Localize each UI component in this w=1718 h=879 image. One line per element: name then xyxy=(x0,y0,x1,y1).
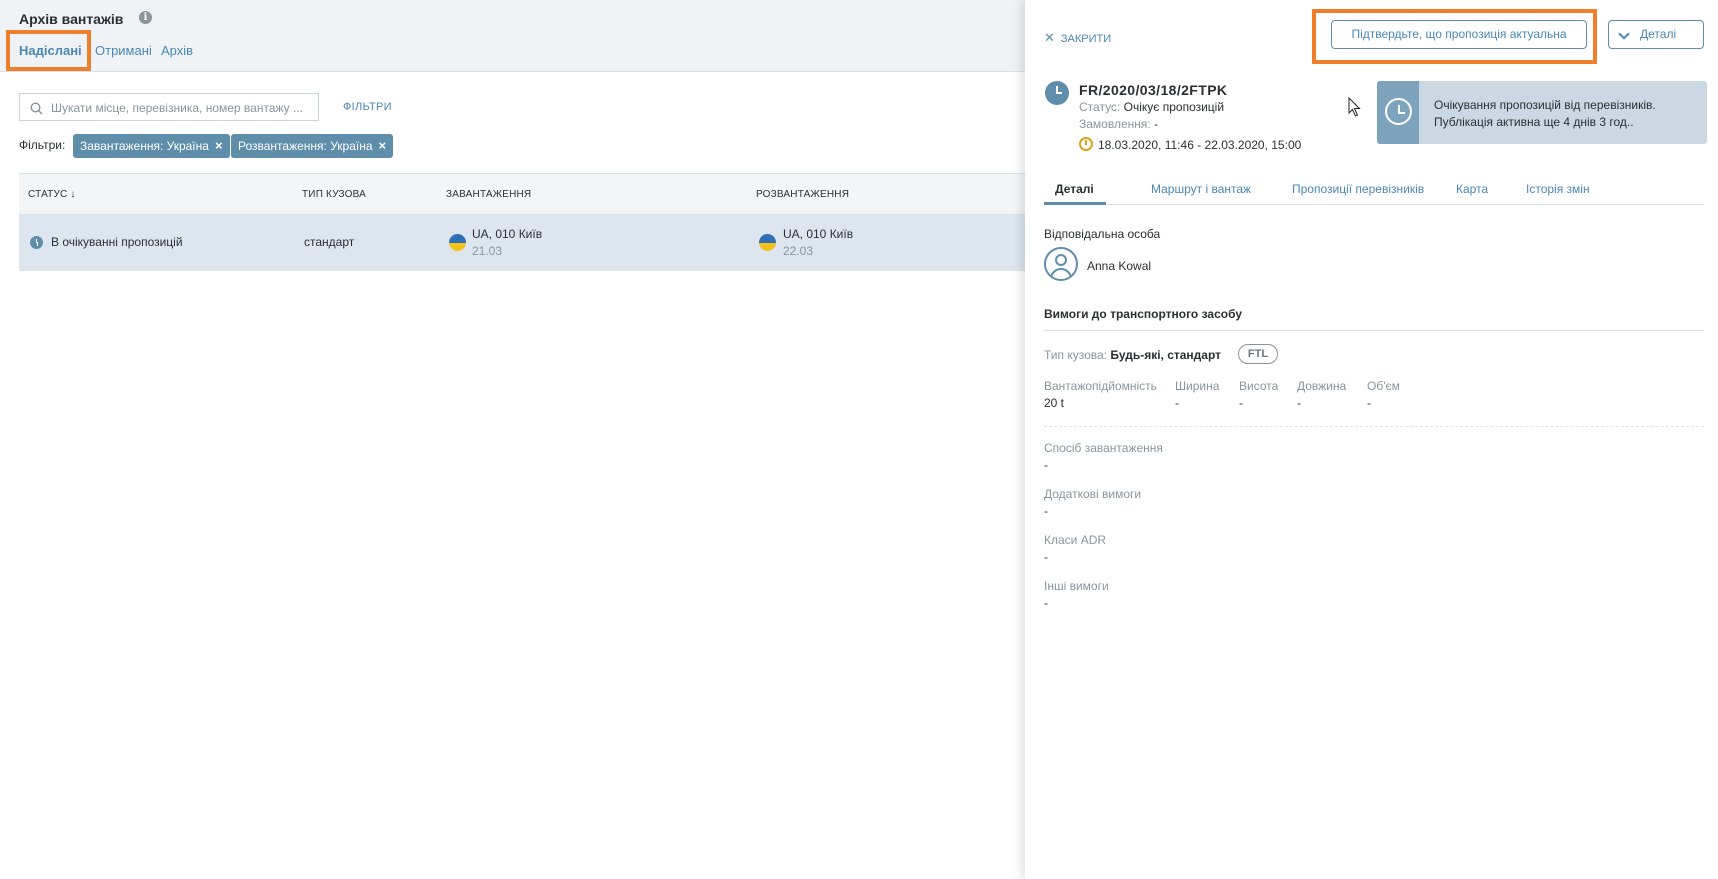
remove-filter-icon[interactable]: × xyxy=(215,138,223,153)
chevron-down-icon xyxy=(1618,28,1630,40)
body-type-value: Будь-які, стандарт xyxy=(1110,348,1222,362)
tab-change-history[interactable]: Історія змін xyxy=(1526,182,1590,196)
column-header-body-type[interactable]: ТИП КУЗОВА xyxy=(302,189,366,200)
body-type-line: Тип кузова: Будь-які, стандарт xyxy=(1044,348,1221,362)
date-range: 18.03.2020, 11:46 - 22.03.2020, 15:00 xyxy=(1098,138,1302,152)
filters-link[interactable]: ФІЛЬТРИ xyxy=(343,101,392,113)
clock-icon xyxy=(1385,98,1412,125)
divider xyxy=(1044,330,1704,331)
spec-value-width: - xyxy=(1175,396,1179,410)
details-button-label: Деталі xyxy=(1640,27,1677,41)
page-header: Архів вантажів i Надіслані Отримані Архі… xyxy=(0,0,1025,72)
divider xyxy=(1044,426,1704,427)
details-dropdown-button[interactable]: Деталі xyxy=(1608,20,1704,49)
timer-icon xyxy=(1079,137,1093,151)
panel-tabs: Деталі Маршрут і вантаж Пропозиції перев… xyxy=(1044,172,1704,205)
banner-line-1: Очікування пропозицій від перевізників. xyxy=(1434,98,1656,112)
spec-label-height: Висота xyxy=(1239,379,1279,393)
status-label: Статус: xyxy=(1079,100,1121,114)
filter-chip-label: Розвантаження: Україна xyxy=(238,139,373,153)
close-label: ЗАКРИТИ xyxy=(1060,33,1112,45)
spec-label-capacity: Вантажопідйомність xyxy=(1044,379,1157,393)
banner-line-2: Публікація активна ще 4 днів 3 год.. xyxy=(1434,115,1634,129)
active-tab-indicator xyxy=(1044,202,1106,205)
tab-map[interactable]: Карта xyxy=(1456,182,1488,196)
table-header: СТАТУС ↓ ТИП КУЗОВА ЗАВАНТАЖЕННЯ РОЗВАНТ… xyxy=(19,173,1025,215)
mouse-cursor-icon xyxy=(1348,97,1361,117)
vehicle-requirements-title: Вимоги до транспортного засобу xyxy=(1044,307,1243,321)
column-header-status[interactable]: СТАТУС ↓ xyxy=(28,189,76,200)
req-label-additional: Додаткові вимоги xyxy=(1044,487,1142,501)
search-box[interactable] xyxy=(19,93,319,121)
spec-value-capacity: 20 t xyxy=(1044,396,1065,410)
close-icon: ✕ xyxy=(1044,30,1055,45)
req-value-loading-method: - xyxy=(1044,458,1048,472)
highlight-frame-sent-tab xyxy=(6,30,91,71)
row-status: В очікуванні пропозицій xyxy=(51,235,183,249)
spec-value-volume: - xyxy=(1367,396,1371,410)
info-icon[interactable]: i xyxy=(139,11,152,24)
order-number: FR/2020/03/18/2FTPK xyxy=(1079,82,1228,98)
row-loading-place: UA, 010 Київ xyxy=(472,227,543,241)
req-value-adr: - xyxy=(1044,550,1048,564)
details-panel: ✕ ЗАКРИТИ Підтвердьте, що пропозиція акту… xyxy=(1025,0,1718,879)
row-unloading-date: 22.03 xyxy=(783,244,814,258)
responsible-name: Anna Kowal xyxy=(1087,259,1152,273)
order-label: Замовлення: xyxy=(1079,117,1151,131)
tab-received[interactable]: Отримані xyxy=(95,43,152,58)
req-label-loading-method: Спосіб завантаження xyxy=(1044,441,1163,455)
responsible-label: Відповідальна особа xyxy=(1044,227,1161,241)
spec-value-length: - xyxy=(1297,396,1301,410)
banner-icon-area xyxy=(1377,81,1419,144)
filters-label: Фільтри: xyxy=(19,138,66,152)
avatar xyxy=(1044,247,1078,281)
spec-label-volume: Об'єм xyxy=(1367,379,1400,393)
order-line: Замовлення: - xyxy=(1079,117,1158,131)
body-type-label: Тип кузова: xyxy=(1044,348,1108,362)
banner-text: Очікування пропозицій від перевізників. … xyxy=(1434,97,1656,131)
page-title: Архів вантажів xyxy=(19,11,124,27)
tab-details[interactable]: Деталі xyxy=(1055,182,1094,196)
ukraine-flag-icon xyxy=(449,234,466,251)
spec-value-height: - xyxy=(1239,396,1243,410)
req-value-additional: - xyxy=(1044,504,1048,518)
search-icon xyxy=(30,102,43,115)
status-line: Статус: Очікує пропозицій xyxy=(1079,100,1224,114)
filter-chip-label: Завантаження: Україна xyxy=(80,139,209,153)
tab-carrier-offers[interactable]: Пропозиції перевізників xyxy=(1292,182,1424,196)
status-banner: Очікування пропозицій від перевізників. … xyxy=(1377,81,1707,144)
ftl-badge: FTL xyxy=(1238,344,1278,364)
spec-label-length: Довжина xyxy=(1297,379,1347,393)
tab-archive[interactable]: Архів xyxy=(161,43,193,58)
clock-icon xyxy=(1045,81,1069,105)
req-value-other: - xyxy=(1044,596,1048,610)
row-unloading-place: UA, 010 Київ xyxy=(783,227,854,241)
main-area: Архів вантажів i Надіслані Отримані Архі… xyxy=(0,0,1025,879)
confirm-offer-button[interactable]: Підтвердьте, що пропозиція актуальна xyxy=(1331,20,1587,49)
ukraine-flag-icon xyxy=(759,234,776,251)
close-button[interactable]: ✕ ЗАКРИТИ xyxy=(1044,30,1111,46)
row-loading-date: 21.03 xyxy=(472,244,503,258)
filter-chip-unloading[interactable]: Розвантаження: Україна × xyxy=(231,134,394,158)
order-value: - xyxy=(1154,117,1159,131)
remove-filter-icon[interactable]: × xyxy=(379,138,387,153)
status-value: Очікує пропозицій xyxy=(1123,100,1225,114)
clock-icon xyxy=(30,236,43,249)
table-row[interactable]: В очікуванні пропозицій стандарт UA, 010… xyxy=(19,215,1025,271)
row-body-type: стандарт xyxy=(304,235,355,249)
search-input[interactable] xyxy=(51,98,313,117)
req-label-adr: Класи ADR xyxy=(1044,533,1107,547)
column-header-loading[interactable]: ЗАВАНТАЖЕННЯ xyxy=(446,189,531,200)
column-header-unloading[interactable]: РОЗВАНТАЖЕННЯ xyxy=(756,189,849,200)
filter-chip-loading[interactable]: Завантаження: Україна × xyxy=(73,134,230,158)
spec-label-width: Ширина xyxy=(1175,379,1220,393)
tab-route-cargo[interactable]: Маршрут і вантаж xyxy=(1151,182,1251,196)
req-label-other: Інші вимоги xyxy=(1044,579,1109,593)
